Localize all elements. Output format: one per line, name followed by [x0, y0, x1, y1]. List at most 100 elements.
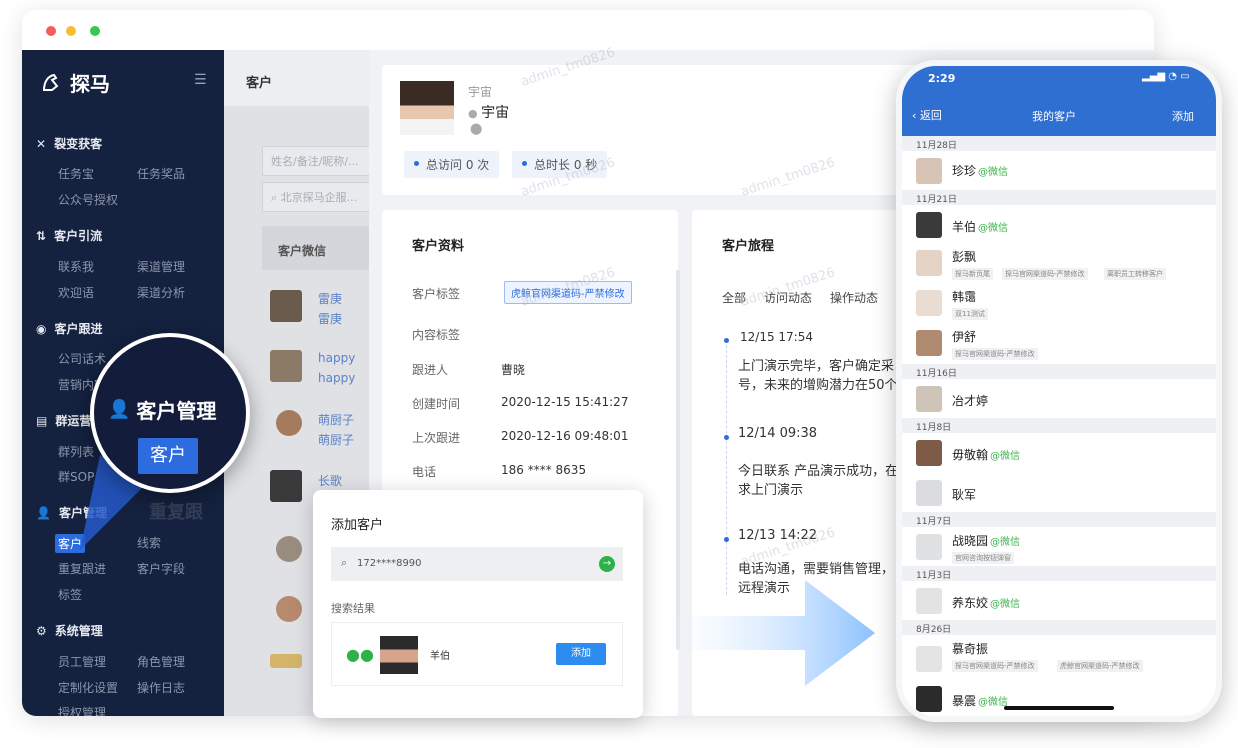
nav-item-official-auth[interactable]: 公众号授权: [58, 191, 118, 208]
traffic-icon: ⇅: [36, 228, 47, 243]
contact-name: 羊伯 @微信: [952, 220, 1009, 234]
nav-item-channel-manage[interactable]: 渠道管理: [137, 258, 185, 275]
nav-section-traffic[interactable]: ⇅ 客户引流: [36, 227, 102, 244]
contact-tag: 官网咨询按钮弹窗: [952, 552, 1014, 564]
list-item[interactable]: 伊舒 探马官网渠道码-严禁修改: [902, 324, 1216, 364]
avatar: [276, 596, 302, 622]
section-title: 系统管理: [54, 624, 103, 638]
back-button[interactable]: ‹ 返回: [912, 107, 942, 123]
list-item[interactable]: 毋敬翰 @微信: [902, 434, 1216, 474]
dialog-title: 添加客户: [331, 518, 384, 533]
search-icon: ⌕: [271, 191, 281, 204]
avatar: [276, 536, 302, 562]
signal-icon: ▂▄▆ ◔ ▭: [1142, 71, 1190, 82]
list-item[interactable]: 羊伯 @微信: [902, 206, 1216, 246]
group-icon: ▤: [36, 413, 48, 428]
event-text: 今日联系 产品演示成功，在: [738, 464, 899, 479]
customer-name-sub: happy: [318, 371, 356, 385]
timeline-dot: [724, 435, 729, 440]
minimize-window-button[interactable]: [66, 26, 76, 36]
mobile-title: 我的客户: [1032, 110, 1076, 123]
profile-name-row: ● 宇宙: [468, 102, 509, 122]
add-link[interactable]: 添加: [1172, 108, 1194, 124]
field-label: 创建时间: [412, 397, 461, 411]
list-item[interactable]: 冶才婷: [902, 380, 1216, 420]
contact-tag: 离职员工转移客户: [1104, 268, 1166, 280]
result-item: ●● 羊伯 添加: [331, 622, 623, 686]
page-title: 客户: [224, 50, 369, 106]
avatar: [916, 686, 942, 712]
customer-name[interactable]: 雷庚: [318, 290, 342, 307]
contact-tag: 虎鲸官网渠道码-严禁修改: [1057, 660, 1143, 672]
visit-count-badge: 总访问 0 次: [404, 151, 500, 178]
event-time: 12/14 09:38: [738, 426, 818, 441]
horse-logo-icon: [42, 73, 59, 91]
nav-section-group[interactable]: ▤ 群运营: [36, 412, 91, 429]
avatar: [916, 330, 942, 356]
customer-name[interactable]: 萌厨子: [318, 411, 354, 428]
date-header: 11月28日: [902, 136, 1216, 151]
nav-item-tags[interactable]: 标签: [58, 586, 82, 603]
list-item[interactable]: 暴震 @微信: [902, 678, 1216, 716]
contact-name: 慕奇振: [952, 642, 989, 656]
list-item[interactable]: 战晓园 @微信 官网咨询按钮弹窗: [902, 528, 1216, 568]
nav-item-op-log[interactable]: 操作日志: [137, 679, 185, 696]
nav-item-contact-me[interactable]: 联系我: [58, 258, 94, 275]
avatar: [916, 480, 942, 506]
list-item[interactable]: 养东姣 @微信: [902, 582, 1216, 622]
date-header: 11月16日: [902, 364, 1216, 379]
nav-section-fission[interactable]: ✕ 裂变获客: [36, 135, 102, 152]
nav-item-channel-analysis[interactable]: 渠道分析: [137, 284, 185, 301]
tab-all[interactable]: 全部: [722, 289, 746, 306]
nav-item-welcome[interactable]: 欢迎语: [58, 284, 94, 301]
list-item[interactable]: 慕奇振 探马官网渠道码-严禁修改 虎鲸官网渠道码-严禁修改: [902, 636, 1216, 676]
journey-title: 客户旅程: [722, 239, 775, 254]
profile-name: 宇宙: [481, 105, 510, 121]
nav-item-staff[interactable]: 员工管理: [58, 653, 106, 670]
date-header: 11月21日: [902, 190, 1216, 205]
company-search-input[interactable]: ⌕ 北京探马企服...: [262, 182, 372, 212]
zoom-title-row: 👤 客户管理: [108, 395, 216, 424]
list-item[interactable]: 珍珍 @微信: [902, 152, 1216, 192]
field-label: 电话: [412, 465, 437, 479]
list-item[interactable]: 彭飘 探马新页尾 探马官网渠道码-严禁修改 离职员工转移客户: [902, 244, 1216, 284]
search-icon: ⌕: [341, 556, 348, 569]
nav-item-task-prize[interactable]: 任务奖品: [137, 165, 185, 182]
list-item[interactable]: 耿军: [902, 474, 1216, 514]
add-button[interactable]: 添加: [556, 643, 606, 665]
nav-item-auth-manage[interactable]: 授权管理: [58, 704, 106, 716]
close-window-button[interactable]: [46, 26, 56, 36]
list-item[interactable]: 韩霭 双11测试: [902, 284, 1216, 324]
tab-visits[interactable]: 访问动态: [764, 289, 812, 306]
zoom-callout: 👤 客户管理 客户: [90, 333, 250, 493]
customer-name[interactable]: happy: [318, 351, 355, 365]
nav-item-scripts[interactable]: 公司话术: [58, 350, 106, 367]
settings-icon: ⚙: [36, 623, 47, 638]
zoom-title: 客户管理: [136, 399, 217, 423]
event-text: 上门演示完毕，客户确定采: [738, 359, 895, 374]
nav-section-system[interactable]: ⚙ 系统管理: [36, 622, 103, 639]
collapse-menu-icon[interactable]: ☰: [194, 72, 207, 88]
zoom-customer-button[interactable]: 客户: [138, 438, 198, 474]
info-title: 客户资料: [412, 239, 465, 254]
phone-search-input[interactable]: ⌕ 172****8990 →: [331, 547, 623, 581]
customer-tag[interactable]: 虎鲸官网渠道码-严禁修改: [504, 281, 632, 304]
status-time: 2:29: [928, 72, 956, 85]
nav-item-task[interactable]: 任务宝: [58, 165, 94, 182]
contact-name: 毋敬翰 @微信: [952, 448, 1021, 462]
name-search-input[interactable]: 姓名/备注/昵称/...: [262, 146, 372, 176]
avatar: [270, 350, 302, 382]
nav-section-followup[interactable]: ◉ 客户跟进: [36, 320, 103, 337]
phone-value: 186 **** 8635: [501, 463, 587, 477]
wechat-label: @微信: [978, 223, 1009, 234]
tab-operations[interactable]: 操作动态: [830, 289, 878, 306]
field-label: 上次跟进: [412, 431, 461, 445]
avatar: [916, 534, 942, 560]
go-arrow-icon[interactable]: →: [599, 556, 615, 572]
customer-name[interactable]: 长歌: [318, 472, 342, 489]
nav-item-roles[interactable]: 角色管理: [137, 653, 185, 670]
nav-item-custom-settings[interactable]: 定制化设置: [58, 679, 118, 696]
date-header: 11月3日: [902, 566, 1216, 581]
maximize-window-button[interactable]: [90, 26, 100, 36]
avatar: [270, 470, 302, 502]
